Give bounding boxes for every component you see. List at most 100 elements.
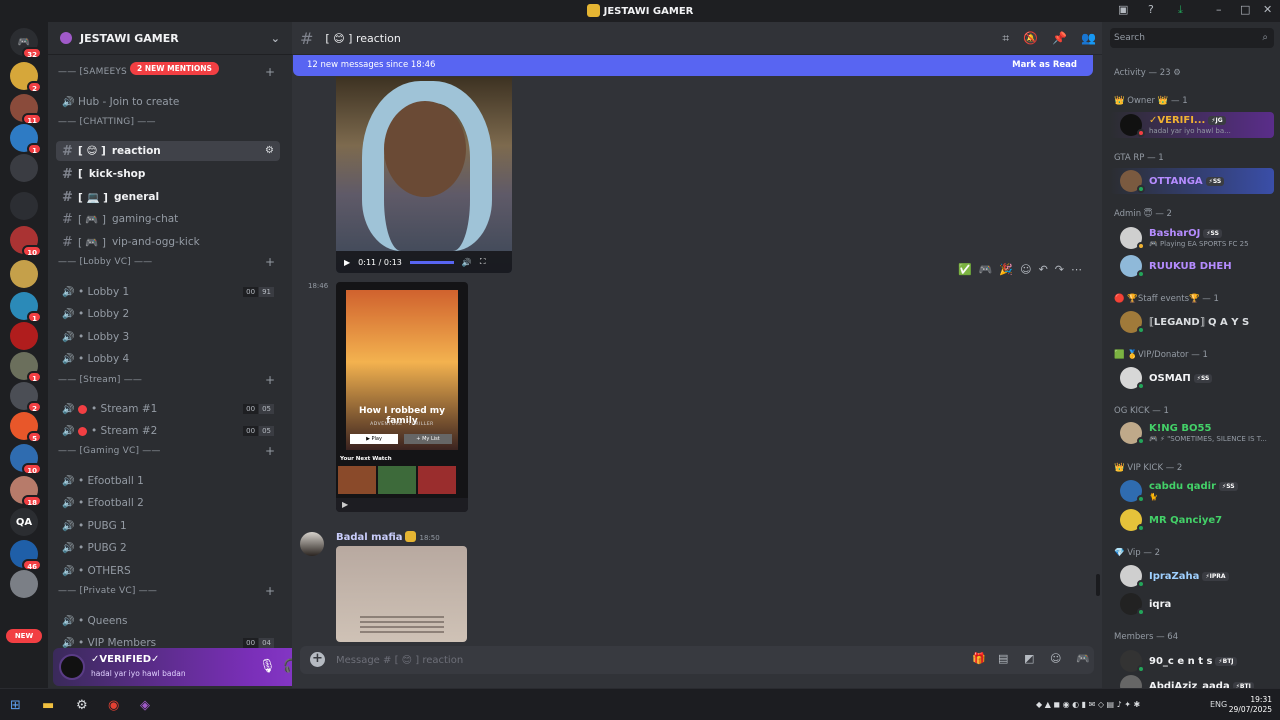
member-item[interactable]: BasharOJ ⚡SS 🎮 Playing EA SPORTS FC 25 xyxy=(1110,225,1274,251)
reply-icon[interactable]: ↶ xyxy=(1039,263,1048,276)
channel-settings-icon[interactable]: ⚙ xyxy=(265,145,274,156)
member-item[interactable]: K!NG BO55 🎮 ⚡ "SOMETIMES, SILENCE IS T... xyxy=(1110,420,1274,446)
more-icon[interactable]: ⋯ xyxy=(1071,263,1082,276)
language-indicator[interactable]: ENG xyxy=(1210,700,1227,709)
add-channel-icon[interactable]: + xyxy=(265,584,275,598)
member-item[interactable]: RUUKUB DHEH xyxy=(1110,253,1274,279)
server-icon[interactable]: 46 xyxy=(10,540,42,571)
channel-vip-and-ogg-kick[interactable]: # [ 🎮 ] vip-and-ogg-kick xyxy=(56,232,280,252)
server-icon[interactable] xyxy=(10,570,38,598)
settings-app-icon[interactable]: ⚙ xyxy=(76,698,88,713)
channel-pubg-1[interactable]: 🔊 • PUBG 1 xyxy=(56,516,280,536)
add-channel-icon[interactable]: + xyxy=(265,255,275,269)
member-item[interactable]: iqra xyxy=(1110,591,1274,617)
progress-bar[interactable] xyxy=(409,260,454,264)
video-attachment-2[interactable]: How I robbed my family ADVENTURE · THRIL… xyxy=(336,282,468,512)
channel-lobby-2[interactable]: 🔊 • Lobby 2 xyxy=(56,304,280,324)
server-icon[interactable]: 1 xyxy=(10,352,42,383)
channel-lobby-4[interactable]: 🔊 • Lobby 4 xyxy=(56,349,280,369)
activity-header[interactable]: Activity — 23 ⚙ xyxy=(1114,68,1181,78)
channel-others[interactable]: 🔊 • OTHERS xyxy=(56,561,280,581)
apps-icon[interactable]: 🎮 xyxy=(1076,652,1090,665)
search-input[interactable]: Search ⌕ xyxy=(1110,28,1274,48)
member-item[interactable]: MR Qanciye7 xyxy=(1110,507,1274,533)
party-reaction-icon[interactable]: 🎉 xyxy=(999,263,1013,276)
server-icon[interactable] xyxy=(10,322,38,350)
server-icon[interactable]: 1 xyxy=(10,292,42,323)
threads-icon[interactable]: ⌗ xyxy=(1002,31,1009,46)
channel-pubg-2[interactable]: 🔊 • PUBG 2 xyxy=(56,538,280,558)
scrollbar[interactable] xyxy=(1096,574,1100,596)
category-header[interactable]: —— [CHATTING] —— xyxy=(58,117,156,127)
channel-efootball-1[interactable]: 🔊 • Efootball 1 xyxy=(56,471,280,491)
new-pill[interactable]: NEW xyxy=(6,629,42,643)
file-explorer-icon[interactable]: ▬ xyxy=(42,698,54,713)
server-icon[interactable]: 18 xyxy=(10,476,42,507)
server-icon[interactable]: 1 xyxy=(10,124,42,155)
add-attachment-icon[interactable]: + xyxy=(310,652,325,667)
check-reaction-icon[interactable]: ✅ xyxy=(958,263,972,276)
mic-icon[interactable]: 🎙 xyxy=(259,659,276,674)
channel-reaction[interactable]: # [ 😊 ] reaction ⚙ xyxy=(56,141,280,161)
channel-stream-2[interactable]: 🔊 • Stream #2 00 05 xyxy=(56,421,280,441)
play-icon[interactable]: ▶ xyxy=(342,500,348,509)
add-channel-icon[interactable]: + xyxy=(265,65,275,79)
discord-app-icon[interactable]: ◈ xyxy=(140,698,150,713)
server-icon[interactable]: QA xyxy=(10,508,38,536)
member-item[interactable]: ✓VERIFI... ⚡JG hadal yar iyo hawl ba... xyxy=(1110,112,1274,138)
reaction-icon[interactable]: 🎮 xyxy=(979,263,993,276)
video-attachment[interactable]: ▶ 0:11 / 0:13 🔊 ⛶ xyxy=(336,77,512,273)
members-icon[interactable]: 👥 xyxy=(1081,31,1096,46)
member-item[interactable]: OSMAΠ ⚡SS xyxy=(1110,365,1274,391)
channel-general[interactable]: # [ 💻 ] general xyxy=(56,187,280,207)
channel-stream-1[interactable]: 🔊 • Stream #1 00 05 xyxy=(56,399,280,419)
mentions-pill[interactable]: 2 NEW MENTIONS xyxy=(130,62,219,75)
image-attachment[interactable] xyxy=(336,546,467,642)
add-channel-icon[interactable]: + xyxy=(265,444,275,458)
inbox-icon[interactable]: ▣ xyxy=(1118,3,1128,16)
channel-hub-join-to-create[interactable]: 🔊 Hub - Join to create xyxy=(56,92,280,112)
category-header[interactable]: —— [Gaming VC] —— + xyxy=(58,444,275,458)
avatar[interactable] xyxy=(300,532,324,556)
author-name[interactable]: Badal mafia xyxy=(336,532,403,543)
message-author[interactable]: Badal mafia 18:50 xyxy=(336,531,440,543)
server-icon[interactable]: 2 xyxy=(10,382,42,413)
clock[interactable]: 19:31 29/07/2025 xyxy=(1229,695,1272,715)
category-header[interactable]: —— [Stream] —— + xyxy=(58,373,275,387)
server-icon[interactable]: 10 xyxy=(10,226,42,257)
channel-lobby-3[interactable]: 🔊 • Lobby 3 xyxy=(56,327,280,347)
server-icon[interactable]: 11 xyxy=(10,94,42,125)
tray-icons[interactable]: ◆ ▲ ◼ ◉ ◐ ▮ ✉ ◇ ▤ ♪ ✦ ✱ xyxy=(1036,700,1140,709)
category-header[interactable]: —— [SAMEEYS + xyxy=(58,65,275,79)
play-icon[interactable]: ▶ xyxy=(344,258,350,267)
sticker-icon[interactable]: ◩ xyxy=(1024,652,1034,665)
add-reaction-icon[interactable]: ☺ xyxy=(1020,263,1031,276)
category-header[interactable]: —— [Lobby VC] —— + xyxy=(58,255,275,269)
close-button[interactable]: ✕ xyxy=(1263,3,1272,16)
member-item[interactable]: 90_c e n t s ⚡BTJ xyxy=(1110,648,1274,674)
chevron-down-icon[interactable]: ⌄ xyxy=(271,32,280,45)
channel-efootball-2[interactable]: 🔊 • Efootball 2 xyxy=(56,493,280,513)
member-item[interactable]: cabdu qadir ⚡SS 🐈 xyxy=(1110,478,1274,504)
channel-queens[interactable]: 🔊 • Queens xyxy=(56,611,280,631)
new-messages-bar[interactable]: 12 new messages since 18:46 Mark as Read xyxy=(293,55,1093,76)
member-item[interactable]: ⟦LEGAND⟧ Q A Y S xyxy=(1110,309,1274,335)
channel-kick-shop[interactable]: # [kick-shop xyxy=(56,164,280,184)
channel-gaming-chat[interactable]: # [ 🎮 ] gaming-chat xyxy=(56,209,280,229)
channel-lobby-1[interactable]: 🔊 • Lobby 1 00 91 xyxy=(56,282,280,302)
add-channel-icon[interactable]: + xyxy=(265,373,275,387)
server-icon[interactable] xyxy=(10,260,38,288)
member-item[interactable]: OTTANGA ⚡SS xyxy=(1110,168,1274,194)
mark-read-button[interactable]: Mark as Read xyxy=(1012,55,1077,76)
chrome-icon[interactable]: ◉ xyxy=(108,698,119,713)
gif-icon[interactable]: ▤ xyxy=(998,652,1008,665)
maximize-button[interactable]: □ xyxy=(1240,3,1250,16)
fullscreen-icon[interactable]: ⛶ xyxy=(480,257,486,267)
server-icon[interactable] xyxy=(10,154,38,182)
avatar[interactable] xyxy=(59,654,85,680)
forward-icon[interactable]: ↷ xyxy=(1055,263,1064,276)
message-composer[interactable]: + Message # [ 😊 ] reaction 🎁 ▤ ◩ ☺ 🎮 xyxy=(300,646,1094,674)
volume-icon[interactable]: 🔊 xyxy=(462,258,472,267)
server-icon[interactable]: 5 xyxy=(10,412,42,443)
member-item[interactable]: IpraZaha ⚡IPRA xyxy=(1110,563,1274,589)
